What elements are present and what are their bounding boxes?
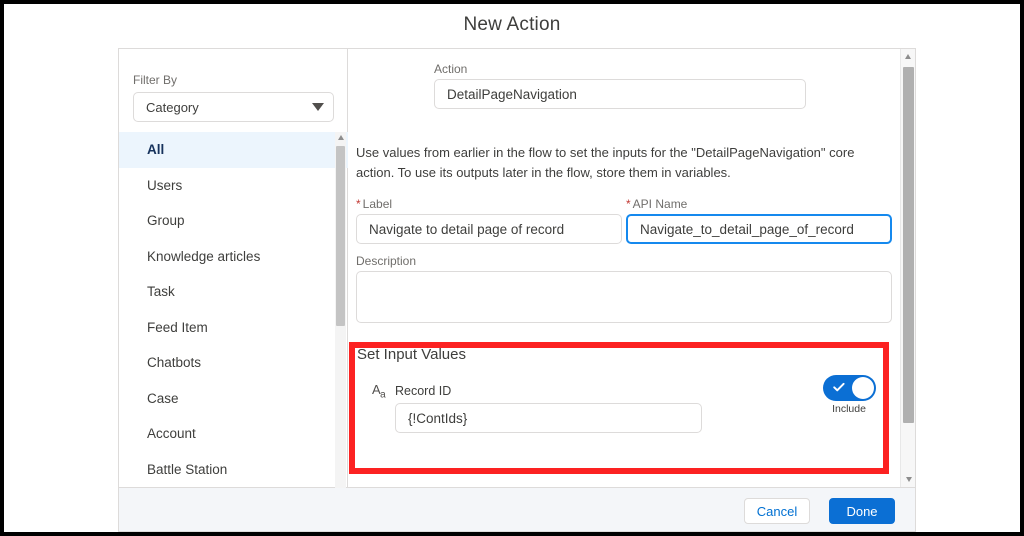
set-input-values-section: Set Input Values Aa Record ID Include [348, 335, 900, 463]
sidebar-item-all[interactable]: All [119, 132, 348, 168]
modal-footer: Cancel Done [118, 488, 916, 532]
chevron-down-icon [312, 103, 324, 111]
main-scroll-thumb[interactable] [903, 67, 914, 423]
include-toggle[interactable] [822, 375, 876, 401]
action-label: Action [434, 62, 468, 76]
sidebar-item-label: Users [147, 177, 183, 193]
sidebar-scrollbar[interactable] [335, 132, 346, 488]
label-input[interactable] [356, 214, 622, 244]
sidebar-item-label: Group [147, 213, 185, 229]
triangle-up-icon [337, 135, 344, 140]
main-panel-scrollbar[interactable] [900, 49, 915, 487]
action-field-group: Action [434, 62, 806, 109]
set-input-values-title: Set Input Values [357, 346, 466, 363]
sidebar-scroll-thumb[interactable] [336, 146, 345, 326]
sidebar-item-label: Account [147, 426, 196, 442]
description-textarea[interactable] [356, 271, 892, 323]
record-id-input[interactable] [395, 403, 702, 433]
text-data-type-icon-sub: a [380, 389, 386, 401]
record-id-label: Record ID [395, 384, 452, 398]
sidebar-item-users[interactable]: Users [119, 168, 348, 204]
screenshot-frame: New Action Filter By Category All Users … [0, 0, 1024, 536]
include-toggle-group: Include [814, 375, 884, 415]
description-label: Description [356, 254, 417, 268]
description-field-group: Description [356, 254, 892, 328]
done-button[interactable]: Done [829, 498, 895, 524]
sidebar-item-chatbots[interactable]: Chatbots [119, 345, 348, 381]
sidebar-item-label: Chatbots [147, 355, 202, 371]
label-field-label: * Label [356, 197, 622, 211]
sidebar-item-battle-station[interactable]: Battle Station [119, 452, 348, 488]
main-scroll-up-button[interactable] [901, 49, 915, 64]
api-name-input[interactable] [626, 214, 892, 244]
sidebar-item-label: All [147, 142, 165, 158]
category-list[interactable]: All Users Group Knowledge articles Task … [119, 132, 348, 488]
category-sidebar: Filter By Category All Users Group Knowl… [119, 49, 348, 488]
text-data-type-icon-main: A [372, 382, 381, 397]
filter-by-label: Filter By [133, 73, 178, 87]
sidebar-item-account[interactable]: Account [119, 416, 348, 452]
triangle-down-icon [905, 477, 912, 482]
api-name-field-group: * API Name [626, 197, 892, 244]
cancel-button[interactable]: Cancel [744, 498, 810, 524]
triangle-up-icon [905, 54, 911, 59]
main-scroll-down-button[interactable] [901, 472, 915, 487]
check-icon [832, 382, 845, 392]
text-data-type-icon: Aa [372, 382, 386, 401]
new-action-modal-body: Filter By Category All Users Group Knowl… [118, 48, 916, 488]
sidebar-item-group[interactable]: Group [119, 203, 348, 239]
required-marker: * [356, 197, 361, 211]
sidebar-item-label: Feed Item [147, 319, 208, 335]
action-detail-panel: Action Use values from earlier in the fl… [348, 49, 915, 487]
sidebar-item-feed-item[interactable]: Feed Item [119, 310, 348, 346]
api-name-field-label-text: API Name [632, 197, 688, 211]
sidebar-item-case[interactable]: Case [119, 381, 348, 417]
api-name-field-label: * API Name [626, 197, 892, 211]
filter-by-selected-value: Category [146, 99, 199, 115]
sidebar-item-label: Task [147, 284, 175, 300]
sidebar-item-label: Battle Station [147, 461, 228, 477]
sidebar-item-label: Knowledge articles [147, 248, 261, 264]
sidebar-item-label: Case [147, 390, 179, 406]
include-toggle-knob [851, 377, 874, 399]
required-marker: * [626, 197, 631, 211]
sidebar-scroll-up-button[interactable] [335, 132, 346, 143]
label-field-group: * Label [356, 197, 622, 244]
filter-by-select[interactable]: Category [133, 92, 334, 122]
include-toggle-caption: Include [832, 403, 866, 415]
sidebar-item-task[interactable]: Task [119, 274, 348, 310]
page-title: New Action [463, 14, 561, 35]
sidebar-item-knowledge-articles[interactable]: Knowledge articles [119, 239, 348, 275]
intro-description-text: Use values from earlier in the flow to s… [356, 145, 855, 180]
action-input[interactable] [434, 79, 806, 109]
label-field-label-text: Label [362, 197, 393, 211]
